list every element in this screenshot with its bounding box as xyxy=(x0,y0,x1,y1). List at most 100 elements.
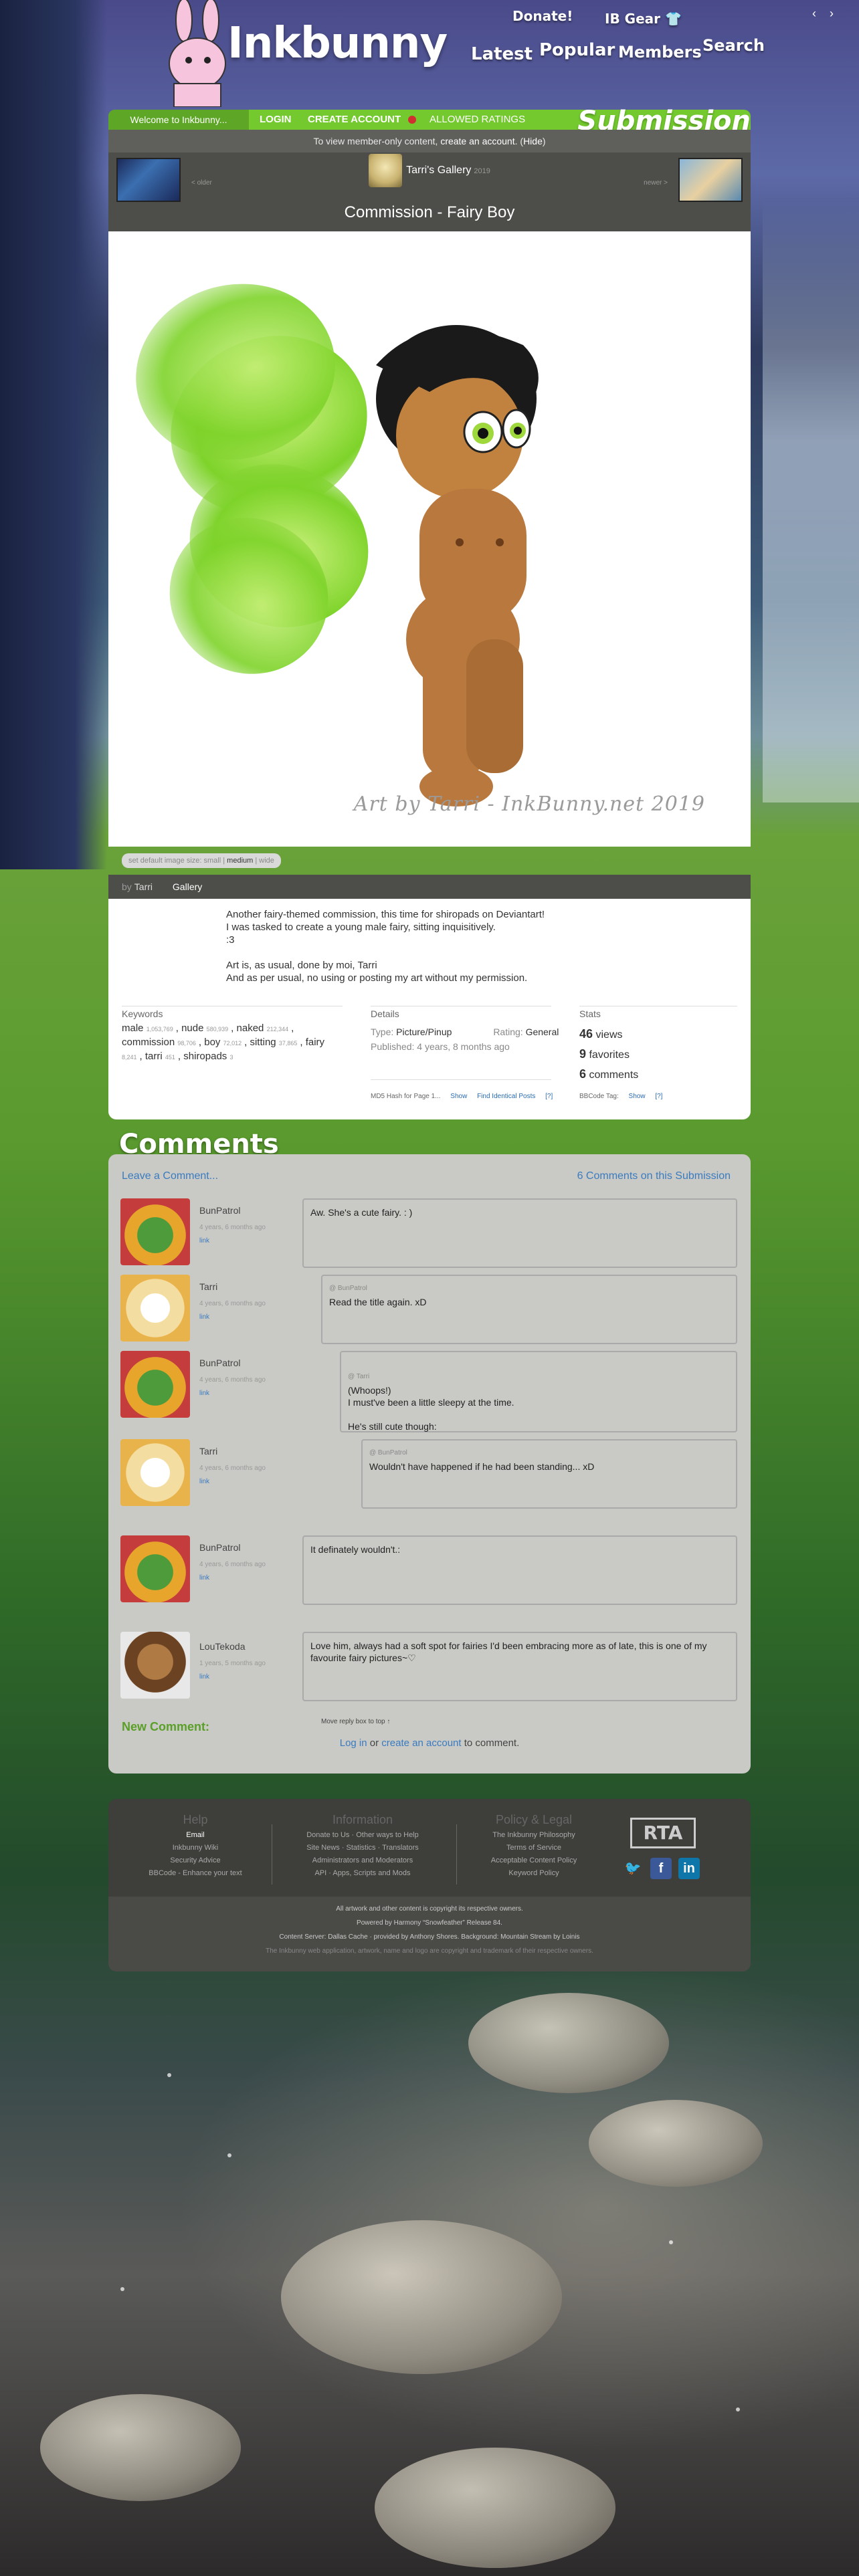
login-link[interactable]: Log in xyxy=(340,1737,367,1749)
keyword-tag[interactable]: male xyxy=(122,1023,144,1034)
reply-to[interactable]: @ BunPatrol xyxy=(369,1447,729,1459)
footer-link[interactable]: BBCode - Enhance your text xyxy=(135,1867,256,1880)
welcome-label[interactable]: Welcome to Inkbunny... xyxy=(108,110,249,130)
avatar[interactable] xyxy=(120,1535,190,1602)
rta-badge[interactable]: RTA xyxy=(630,1818,696,1848)
nav-popular[interactable]: Popular xyxy=(539,40,615,60)
site-logo[interactable]: Inkbunny xyxy=(147,0,448,107)
footer-link[interactable]: Acceptable Content Policy xyxy=(467,1854,601,1867)
comment-author[interactable]: LouTekoda xyxy=(199,1641,246,1652)
comment-body: @ Tarri (Whoops!) I must've been a little… xyxy=(340,1351,737,1432)
md5-find-link[interactable]: Find Identical Posts xyxy=(477,1093,535,1100)
comment-count-link[interactable]: 6 Comments on this Submission xyxy=(577,1170,731,1182)
comment-link[interactable]: link xyxy=(199,1673,209,1681)
footer-link[interactable]: Security Advice xyxy=(135,1854,256,1867)
size-medium-link[interactable]: medium xyxy=(227,857,253,865)
footer-link[interactable]: Inkbunny Wiki xyxy=(135,1842,256,1854)
avatar[interactable] xyxy=(120,1351,190,1418)
footer-link[interactable]: API · Apps, Scripts and Mods xyxy=(282,1867,443,1880)
stats-heading: Stats xyxy=(579,1008,601,1019)
arrow-left-icon[interactable]: ‹ xyxy=(812,7,830,20)
create-account-link[interactable]: create an account xyxy=(381,1737,461,1749)
notice-create-account-link[interactable]: create an account xyxy=(440,136,514,146)
md5-show-link[interactable]: Show xyxy=(450,1093,467,1100)
keyword-tag[interactable]: naked xyxy=(237,1023,264,1034)
page-arrows[interactable]: ‹› xyxy=(812,7,847,21)
linkedin-icon[interactable]: in xyxy=(678,1858,700,1879)
leave-comment-link[interactable]: Leave a Comment... xyxy=(122,1170,218,1182)
move-reply-box-link[interactable]: Move reply box to top ↑ xyxy=(321,1718,390,1725)
nav-ib-gear[interactable]: IB Gear 👕 xyxy=(605,11,682,27)
comment-link[interactable]: link xyxy=(199,1574,209,1582)
avatar[interactable] xyxy=(120,1198,190,1265)
nav-donate[interactable]: Donate! xyxy=(512,8,573,24)
details-block: Type: Picture/Pinup Rating: General Publ… xyxy=(371,1025,559,1054)
footer-link[interactable]: The Inkbunny Philosophy xyxy=(467,1829,601,1842)
keyword-tag[interactable]: nude xyxy=(181,1023,203,1034)
size-small-link[interactable]: small xyxy=(204,857,221,865)
background-stone xyxy=(589,2100,763,2187)
logo-text: Inkbunny xyxy=(227,19,448,68)
avatar[interactable] xyxy=(120,1439,190,1506)
create-account-link[interactable]: CREATE ACCOUNT xyxy=(308,110,401,130)
footer-link[interactable]: Email xyxy=(135,1829,256,1842)
description-line: And as per usual, no using or posting my… xyxy=(226,972,528,984)
comment-author[interactable]: BunPatrol xyxy=(199,1358,240,1368)
twitter-icon[interactable]: 🐦 xyxy=(622,1858,644,1879)
tab-gallery[interactable]: Gallery xyxy=(167,875,208,901)
comment-author[interactable]: Tarri xyxy=(199,1281,217,1292)
comment-author[interactable]: BunPatrol xyxy=(199,1205,240,1216)
keyword-count: 98,706 xyxy=(177,1040,196,1047)
author-link[interactable]: Tarri xyxy=(134,881,153,892)
footer-link[interactable]: Terms of Service xyxy=(467,1842,601,1854)
keyword-tag[interactable]: shiropads xyxy=(183,1051,227,1062)
byline-bar: by Tarri Gallery xyxy=(108,875,751,901)
arrow-right-icon[interactable]: › xyxy=(830,7,847,20)
avatar[interactable] xyxy=(120,1275,190,1341)
footer-link[interactable]: Administrators and Moderators xyxy=(282,1854,443,1867)
footer-link[interactable]: Site News · Statistics · Translators xyxy=(282,1842,443,1854)
server-text: Content Server: Dallas Cache · provided … xyxy=(279,1933,580,1941)
gallery-name: Tarri's Gallery xyxy=(406,165,472,177)
login-link[interactable]: LOGIN xyxy=(260,110,292,130)
site-footer: Help Email Inkbunny Wiki Security Advice… xyxy=(108,1799,751,1971)
notice-hide-link[interactable]: Hide xyxy=(523,136,543,146)
comment-body: @ BunPatrol Wouldn't have happened if he… xyxy=(361,1439,737,1509)
keyword-tag[interactable]: boy xyxy=(204,1037,220,1048)
background-stone xyxy=(468,1993,669,2093)
submission-image[interactable]: Art by Tarri - InkBunny.net 2019 xyxy=(108,231,751,847)
background-sparkle xyxy=(227,2153,231,2157)
bbcode-help-link[interactable]: [?] xyxy=(655,1093,662,1100)
avatar[interactable] xyxy=(120,1632,190,1699)
nav-members[interactable]: Members xyxy=(618,43,702,62)
account-bar: Welcome to Inkbunny... LOGIN CREATE ACCO… xyxy=(108,106,751,136)
shirt-icon: 👕 xyxy=(664,11,682,27)
allowed-ratings-link[interactable]: ALLOWED RATINGS xyxy=(430,110,525,130)
keyword-count: 8,241 xyxy=(122,1054,137,1061)
keyword-tag[interactable]: commission xyxy=(122,1037,175,1048)
footer-link[interactable]: Donate to Us · Other ways to Help xyxy=(282,1829,443,1842)
footer-link[interactable]: Keyword Policy xyxy=(467,1867,601,1880)
md5-help-link[interactable]: [?] xyxy=(545,1093,553,1100)
keyword-tag[interactable]: sitting xyxy=(250,1037,276,1048)
nav-latest[interactable]: Latest xyxy=(471,44,533,64)
comment-link[interactable]: link xyxy=(199,1237,209,1245)
keyword-tag[interactable]: fairy xyxy=(306,1037,324,1048)
bbcode-show-link[interactable]: Show xyxy=(629,1093,646,1100)
comment-link[interactable]: link xyxy=(199,1478,209,1485)
favorites-stat[interactable]: 9 favorites xyxy=(579,1045,638,1065)
keyword-count: 580,939 xyxy=(206,1026,229,1033)
reply-to[interactable]: @ BunPatrol xyxy=(329,1283,729,1295)
nav-search[interactable]: Search xyxy=(702,36,765,55)
comment-link[interactable]: link xyxy=(199,1390,209,1397)
comment-author[interactable]: BunPatrol xyxy=(199,1542,240,1553)
comment-link[interactable]: link xyxy=(199,1313,209,1321)
comment-author[interactable]: Tarri xyxy=(199,1446,217,1457)
gallery-link[interactable]: Tarri's Gallery 2019 xyxy=(108,154,751,187)
facebook-icon[interactable]: f xyxy=(650,1858,672,1879)
copyright-text: All artwork and other content is copyrig… xyxy=(336,1905,523,1913)
keyword-tag[interactable]: tarri xyxy=(145,1051,163,1062)
reply-to[interactable]: @ Tarri xyxy=(348,1371,729,1383)
size-wide-link[interactable]: wide xyxy=(259,857,274,865)
author-avatar[interactable] xyxy=(369,154,403,187)
